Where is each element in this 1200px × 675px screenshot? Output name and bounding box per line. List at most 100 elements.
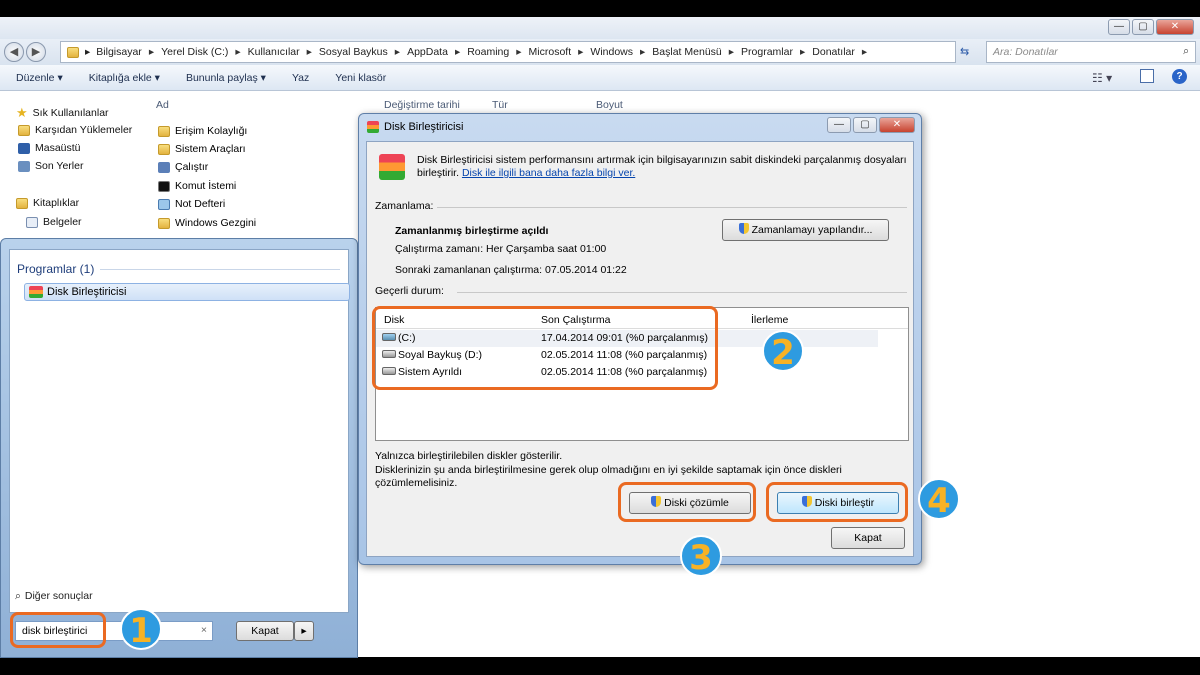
breadcrumb-separator[interactable]: ▸ bbox=[578, 46, 583, 58]
see-more-results[interactable]: ⌕ Diğer sonuçlar bbox=[15, 590, 93, 603]
recent-places-icon bbox=[18, 160, 30, 172]
defrag-icon bbox=[29, 286, 43, 298]
libraries-header[interactable]: Kitaplıklar bbox=[16, 197, 79, 209]
highlight-disk-list bbox=[372, 306, 718, 390]
list-item[interactable]: Sistem Araçları bbox=[158, 143, 246, 155]
run-time: Çalıştırma zamanı: Her Çarşamba saat 01:… bbox=[395, 243, 607, 255]
breadcrumb-separator[interactable]: ▸ bbox=[800, 46, 805, 58]
favorites-header[interactable]: ★ Sık Kullanılanlar bbox=[16, 105, 109, 121]
share-menu[interactable]: Bununla paylaş ▾ bbox=[186, 72, 266, 84]
file-name: Not Defteri bbox=[175, 198, 226, 210]
learn-more-link[interactable]: Disk ile ilgili bana daha fazla bilgi ve… bbox=[462, 167, 635, 179]
minimize-button[interactable]: — bbox=[1108, 19, 1130, 35]
view-options-icon[interactable]: ☷ ▾ bbox=[1092, 71, 1112, 85]
result-disk-defragmenter[interactable]: Disk Birleştiricisi bbox=[24, 283, 350, 301]
breadcrumb-item[interactable]: Programlar bbox=[741, 46, 793, 58]
downloads-icon bbox=[18, 124, 30, 136]
column-size[interactable]: Boyut bbox=[596, 99, 623, 111]
sidebar-item-label: Belgeler bbox=[43, 216, 82, 228]
highlight-search-box bbox=[10, 612, 106, 648]
breadcrumb-item[interactable]: Yerel Disk (C:) bbox=[161, 46, 228, 58]
sidebar-item-downloads[interactable]: Karşıdan Yüklemeler bbox=[18, 124, 132, 136]
column-progress[interactable]: İlerleme bbox=[751, 314, 788, 326]
file-name: Çalıştır bbox=[175, 161, 209, 173]
breadcrumb-separator[interactable]: ▸ bbox=[149, 46, 154, 58]
breadcrumb-separator[interactable]: ▸ bbox=[640, 46, 645, 58]
list-item[interactable]: Erişim Kolaylığı bbox=[158, 125, 247, 137]
breadcrumb-item[interactable]: Sosyal Baykus bbox=[319, 46, 388, 58]
chevron-right-icon: ▸ bbox=[85, 46, 91, 58]
column-type[interactable]: Tür bbox=[492, 99, 508, 111]
breadcrumb-item[interactable]: Windows bbox=[590, 46, 633, 58]
organize-menu[interactable]: Düzenle ▾ bbox=[16, 72, 63, 84]
breadcrumb-separator[interactable]: ▸ bbox=[235, 46, 240, 58]
note-only-defraggable: Yalnızca birleştirilebilen diskler göste… bbox=[375, 450, 563, 462]
search-input[interactable]: Ara: Donatılar ⌕ bbox=[986, 41, 1196, 63]
back-button[interactable]: ◀ bbox=[4, 42, 24, 62]
configure-label: Zamanlamayı yapılandır... bbox=[751, 224, 873, 236]
folder-icon bbox=[158, 125, 170, 137]
preview-pane-icon[interactable] bbox=[1140, 69, 1154, 83]
breadcrumb-separator[interactable]: ▸ bbox=[455, 46, 460, 58]
list-item[interactable]: Not Defteri bbox=[158, 198, 225, 210]
new-folder-button[interactable]: Yeni klasör bbox=[335, 72, 386, 84]
start-menu: Programlar (1) Disk Birleştiricisi ⌕ Diğe… bbox=[0, 238, 358, 658]
maximize-button[interactable]: ▢ bbox=[1132, 19, 1154, 35]
include-library-menu[interactable]: Kitaplığa ekle ▾ bbox=[89, 72, 160, 84]
intro-text: Disk Birleştiricisi sistem performansını… bbox=[417, 154, 907, 180]
shutdown-button[interactable]: Kapat bbox=[236, 621, 294, 641]
other-results-label: Diğer sonuçlar bbox=[24, 590, 93, 602]
next-run: Sonraki zamanlanan çalıştırma: 07.05.201… bbox=[395, 264, 627, 276]
column-modified[interactable]: Değiştirme tarihi bbox=[384, 99, 460, 111]
status-label: Geçerli durum: bbox=[375, 285, 444, 297]
breadcrumb-separator[interactable]: ▸ bbox=[729, 46, 734, 58]
column-name[interactable]: Ad bbox=[156, 99, 169, 111]
list-item[interactable]: Çalıştır bbox=[158, 161, 208, 173]
breadcrumb-separator[interactable]: ▸ bbox=[516, 46, 521, 58]
breadcrumb-item[interactable]: Microsoft bbox=[529, 46, 572, 58]
burn-button[interactable]: Yaz bbox=[292, 72, 309, 84]
step-badge-3: 3 bbox=[680, 535, 722, 578]
schedule-label: Zamanlama: bbox=[375, 200, 434, 212]
breadcrumb-item[interactable]: Kullanıcılar bbox=[248, 46, 300, 58]
dialog-maximize-button[interactable]: ▢ bbox=[853, 117, 877, 133]
divider bbox=[437, 207, 907, 208]
sidebar-item-label: Karşıdan Yüklemeler bbox=[35, 124, 133, 136]
close-dialog-button[interactable]: Kapat bbox=[831, 527, 905, 549]
dialog-minimize-button[interactable]: — bbox=[827, 117, 851, 133]
list-item[interactable]: Komut İstemi bbox=[158, 180, 236, 192]
breadcrumb-item[interactable]: Donatılar bbox=[812, 46, 855, 58]
breadcrumb-item[interactable]: Başlat Menüsü bbox=[652, 46, 721, 58]
forward-button[interactable]: ▶ bbox=[26, 42, 46, 62]
breadcrumb-item[interactable]: Roaming bbox=[467, 46, 509, 58]
breadcrumb-item[interactable]: Bilgisayar bbox=[96, 46, 142, 58]
address-bar[interactable]: ▸ Bilgisayar ▸ Yerel Disk (C:) ▸ Kullanıcıla… bbox=[60, 41, 956, 63]
explorer-icon bbox=[158, 217, 170, 229]
list-item[interactable]: Windows Gezgini bbox=[158, 217, 256, 229]
desktop-icon bbox=[18, 142, 30, 154]
refresh-icon[interactable]: ⇆ bbox=[960, 45, 969, 58]
clear-search-icon[interactable]: × bbox=[201, 624, 207, 636]
defrag-icon bbox=[367, 121, 379, 133]
star-icon: ★ bbox=[16, 105, 28, 120]
configure-schedule-button[interactable]: Zamanlamayı yapılandır... bbox=[722, 219, 889, 241]
sidebar-item-label: Masaüstü bbox=[35, 142, 81, 154]
programs-section-title: Programlar (1) bbox=[17, 262, 95, 276]
breadcrumb-separator[interactable]: ▸ bbox=[862, 46, 867, 58]
help-icon[interactable]: ? bbox=[1172, 69, 1187, 84]
divider bbox=[457, 292, 907, 293]
breadcrumb-item[interactable]: AppData bbox=[407, 46, 448, 58]
folder-icon bbox=[67, 46, 79, 58]
shutdown-options-button[interactable]: ▸ bbox=[294, 621, 314, 641]
file-name: Windows Gezgini bbox=[175, 217, 257, 229]
file-name: Erişim Kolaylığı bbox=[175, 125, 248, 137]
dialog-close-button[interactable]: ✕ bbox=[879, 117, 915, 133]
close-button[interactable]: ✕ bbox=[1156, 19, 1194, 35]
libraries-label: Kitaplıklar bbox=[33, 197, 80, 209]
sidebar-item-desktop[interactable]: Masaüstü bbox=[18, 142, 81, 154]
breadcrumb-separator[interactable]: ▸ bbox=[395, 46, 400, 58]
title-bar: — ▢ ✕ bbox=[0, 17, 1200, 39]
breadcrumb-separator[interactable]: ▸ bbox=[307, 46, 312, 58]
sidebar-item-recent[interactable]: Son Yerler bbox=[18, 160, 83, 172]
sidebar-item-documents[interactable]: Belgeler bbox=[26, 216, 82, 228]
